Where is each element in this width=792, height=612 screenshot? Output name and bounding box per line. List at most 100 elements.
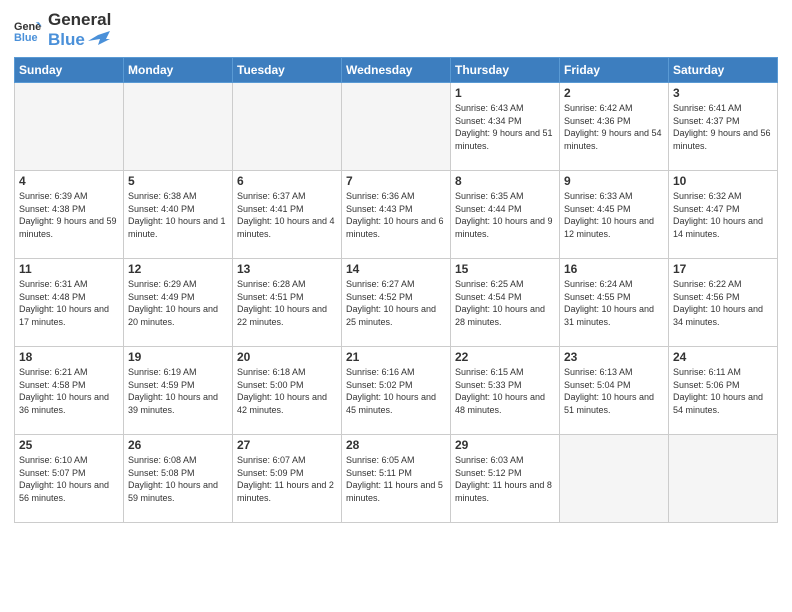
day-info: Sunrise: 6:38 AM Sunset: 4:40 PM Dayligh… — [128, 190, 228, 240]
day-number: 8 — [455, 174, 555, 188]
page-container: General Blue General Blue SundayMonda — [0, 0, 792, 531]
calendar-cell: 13 Sunrise: 6:28 AM Sunset: 4:51 PM Dayli… — [233, 259, 342, 347]
calendar-cell: 15 Sunrise: 6:25 AM Sunset: 4:54 PM Dayli… — [451, 259, 560, 347]
day-number: 25 — [19, 438, 119, 452]
calendar-cell: 28Sunrise: 6:05 AM Sunset: 5:11 PM Dayli… — [342, 435, 451, 523]
day-info: Sunrise: 6:15 AM Sunset: 5:33 PM Dayligh… — [455, 366, 555, 416]
calendar-cell — [669, 435, 778, 523]
calendar-cell: 8 Sunrise: 6:35 AM Sunset: 4:44 PM Daylig… — [451, 171, 560, 259]
col-header-friday: Friday — [560, 58, 669, 83]
day-info: Sunrise: 6:19 AM Sunset: 4:59 PM Dayligh… — [128, 366, 228, 416]
day-info: Sunrise: 6:37 AM Sunset: 4:41 PM Dayligh… — [237, 190, 337, 240]
day-info: Sunrise: 6:35 AM Sunset: 4:44 PM Dayligh… — [455, 190, 555, 240]
day-number: 21 — [346, 350, 446, 364]
day-number: 18 — [19, 350, 119, 364]
week-row-4: 25 Sunrise: 6:10 AM Sunset: 5:07 PM Dayli… — [15, 435, 778, 523]
col-header-monday: Monday — [124, 58, 233, 83]
day-info: Sunrise: 6:28 AM Sunset: 4:51 PM Dayligh… — [237, 278, 337, 328]
day-number: 9 — [564, 174, 664, 188]
logo-general: General — [48, 10, 111, 30]
calendar-cell: 21 Sunrise: 6:16 AM Sunset: 5:02 PM Dayli… — [342, 347, 451, 435]
day-number: 29 — [455, 438, 555, 452]
calendar-cell: 1Sunrise: 6:43 AM Sunset: 4:34 PM Daylig… — [451, 83, 560, 171]
calendar-cell: 7Sunrise: 6:36 AM Sunset: 4:43 PM Daylig… — [342, 171, 451, 259]
week-row-0: 1Sunrise: 6:43 AM Sunset: 4:34 PM Daylig… — [15, 83, 778, 171]
calendar-cell: 10Sunrise: 6:32 AM Sunset: 4:47 PM Dayli… — [669, 171, 778, 259]
calendar-cell: 14Sunrise: 6:27 AM Sunset: 4:52 PM Dayli… — [342, 259, 451, 347]
day-info: Sunrise: 6:10 AM Sunset: 5:07 PM Dayligh… — [19, 454, 119, 504]
day-info: Sunrise: 6:41 AM Sunset: 4:37 PM Dayligh… — [673, 102, 773, 152]
day-number: 6 — [237, 174, 337, 188]
calendar-cell: 22 Sunrise: 6:15 AM Sunset: 5:33 PM Dayli… — [451, 347, 560, 435]
day-number: 2 — [564, 86, 664, 100]
day-number: 11 — [19, 262, 119, 276]
day-number: 22 — [455, 350, 555, 364]
day-number: 17 — [673, 262, 773, 276]
week-row-2: 11 Sunrise: 6:31 AM Sunset: 4:48 PM Dayli… — [15, 259, 778, 347]
col-header-tuesday: Tuesday — [233, 58, 342, 83]
day-info: Sunrise: 6:08 AM Sunset: 5:08 PM Dayligh… — [128, 454, 228, 504]
day-info: Sunrise: 6:13 AM Sunset: 5:04 PM Dayligh… — [564, 366, 664, 416]
calendar-cell — [15, 83, 124, 171]
day-number: 10 — [673, 174, 773, 188]
calendar-cell — [560, 435, 669, 523]
calendar-table: SundayMondayTuesdayWednesdayThursdayFrid… — [14, 57, 778, 523]
day-number: 28 — [346, 438, 446, 452]
calendar-cell: 19 Sunrise: 6:19 AM Sunset: 4:59 PM Dayli… — [124, 347, 233, 435]
col-header-thursday: Thursday — [451, 58, 560, 83]
day-info: Sunrise: 6:07 AM Sunset: 5:09 PM Dayligh… — [237, 454, 337, 504]
calendar-cell — [124, 83, 233, 171]
day-number: 1 — [455, 86, 555, 100]
week-row-1: 4Sunrise: 6:39 AM Sunset: 4:38 PM Daylig… — [15, 171, 778, 259]
logo-blue: Blue — [48, 30, 111, 50]
day-number: 20 — [237, 350, 337, 364]
day-number: 16 — [564, 262, 664, 276]
day-info: Sunrise: 6:11 AM Sunset: 5:06 PM Dayligh… — [673, 366, 773, 416]
calendar-header-row: SundayMondayTuesdayWednesdayThursdayFrid… — [15, 58, 778, 83]
day-number: 26 — [128, 438, 228, 452]
calendar-cell: 2 Sunrise: 6:42 AM Sunset: 4:36 PM Daylig… — [560, 83, 669, 171]
day-info: Sunrise: 6:29 AM Sunset: 4:49 PM Dayligh… — [128, 278, 228, 328]
calendar-cell: 18 Sunrise: 6:21 AM Sunset: 4:58 PM Dayli… — [15, 347, 124, 435]
calendar-cell: 17 Sunrise: 6:22 AM Sunset: 4:56 PM Dayli… — [669, 259, 778, 347]
day-number: 4 — [19, 174, 119, 188]
logo-bird-icon — [88, 31, 110, 47]
calendar-cell — [233, 83, 342, 171]
day-info: Sunrise: 6:33 AM Sunset: 4:45 PM Dayligh… — [564, 190, 664, 240]
calendar-cell: 27Sunrise: 6:07 AM Sunset: 5:09 PM Dayli… — [233, 435, 342, 523]
day-number: 12 — [128, 262, 228, 276]
calendar-cell: 4Sunrise: 6:39 AM Sunset: 4:38 PM Daylig… — [15, 171, 124, 259]
day-number: 15 — [455, 262, 555, 276]
day-number: 14 — [346, 262, 446, 276]
day-info: Sunrise: 6:16 AM Sunset: 5:02 PM Dayligh… — [346, 366, 446, 416]
day-info: Sunrise: 6:42 AM Sunset: 4:36 PM Dayligh… — [564, 102, 664, 152]
day-info: Sunrise: 6:22 AM Sunset: 4:56 PM Dayligh… — [673, 278, 773, 328]
day-number: 3 — [673, 86, 773, 100]
calendar-cell: 23 Sunrise: 6:13 AM Sunset: 5:04 PM Dayli… — [560, 347, 669, 435]
day-number: 23 — [564, 350, 664, 364]
calendar-cell: 25 Sunrise: 6:10 AM Sunset: 5:07 PM Dayli… — [15, 435, 124, 523]
day-info: Sunrise: 6:03 AM Sunset: 5:12 PM Dayligh… — [455, 454, 555, 504]
week-row-3: 18 Sunrise: 6:21 AM Sunset: 4:58 PM Dayli… — [15, 347, 778, 435]
calendar-cell: 9 Sunrise: 6:33 AM Sunset: 4:45 PM Daylig… — [560, 171, 669, 259]
svg-text:Blue: Blue — [14, 31, 38, 43]
day-info: Sunrise: 6:31 AM Sunset: 4:48 PM Dayligh… — [19, 278, 119, 328]
logo-icon: General Blue — [14, 16, 42, 44]
calendar-cell: 6 Sunrise: 6:37 AM Sunset: 4:41 PM Daylig… — [233, 171, 342, 259]
calendar-cell: 24 Sunrise: 6:11 AM Sunset: 5:06 PM Dayli… — [669, 347, 778, 435]
calendar-cell: 5 Sunrise: 6:38 AM Sunset: 4:40 PM Daylig… — [124, 171, 233, 259]
calendar-cell: 26 Sunrise: 6:08 AM Sunset: 5:08 PM Dayli… — [124, 435, 233, 523]
calendar-cell: 20Sunrise: 6:18 AM Sunset: 5:00 PM Dayli… — [233, 347, 342, 435]
day-number: 5 — [128, 174, 228, 188]
day-number: 24 — [673, 350, 773, 364]
calendar-cell: 12 Sunrise: 6:29 AM Sunset: 4:49 PM Dayli… — [124, 259, 233, 347]
day-info: Sunrise: 6:21 AM Sunset: 4:58 PM Dayligh… — [19, 366, 119, 416]
calendar-cell: 16Sunrise: 6:24 AM Sunset: 4:55 PM Dayli… — [560, 259, 669, 347]
calendar-cell — [342, 83, 451, 171]
day-number: 19 — [128, 350, 228, 364]
day-info: Sunrise: 6:36 AM Sunset: 4:43 PM Dayligh… — [346, 190, 446, 240]
day-info: Sunrise: 6:25 AM Sunset: 4:54 PM Dayligh… — [455, 278, 555, 328]
header: General Blue General Blue — [14, 10, 778, 49]
day-number: 13 — [237, 262, 337, 276]
logo: General Blue General Blue — [14, 10, 111, 49]
